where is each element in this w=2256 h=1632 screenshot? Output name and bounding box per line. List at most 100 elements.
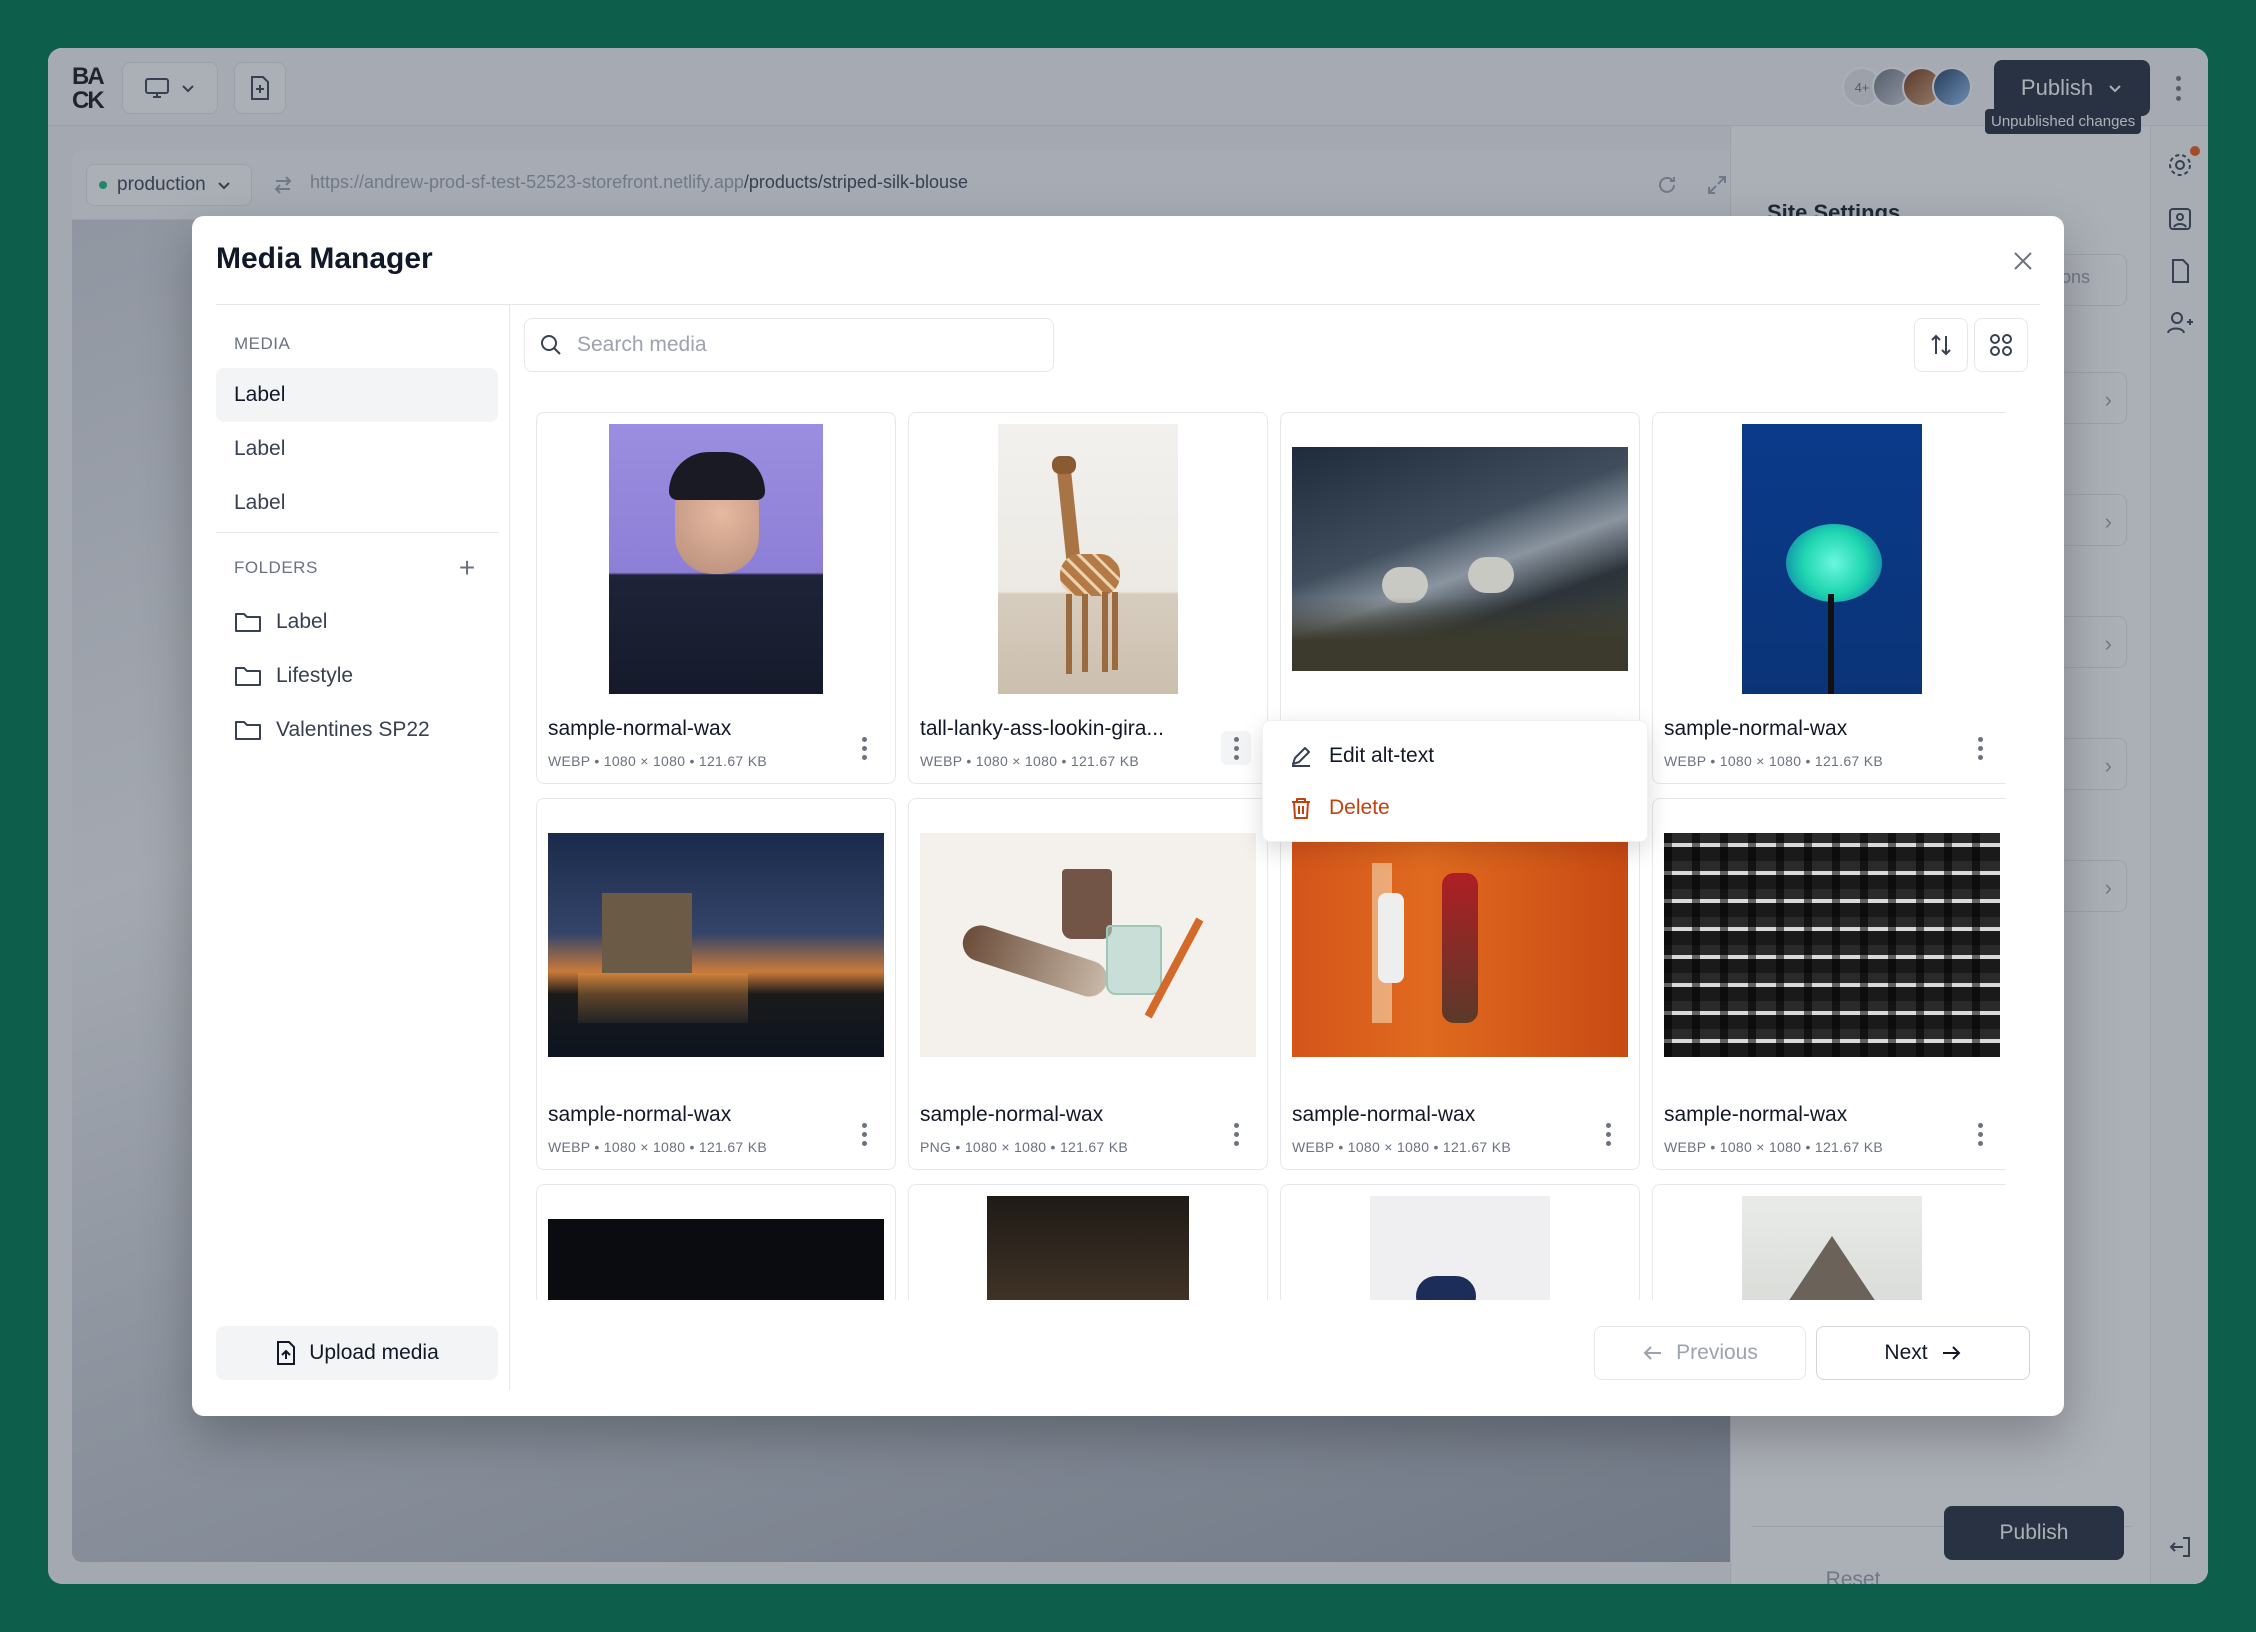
- media-card[interactable]: sample-normal-wax WEBP • 1080 × 1080 • 1…: [1652, 412, 2006, 784]
- media-section-heading: MEDIA: [234, 334, 291, 353]
- modal-title: Media Manager: [216, 242, 433, 275]
- media-meta: WEBP • 1080 × 1080 • 121.67 KB: [920, 753, 1139, 769]
- media-thumbnail[interactable]: [1664, 424, 2000, 694]
- delete-label: Delete: [1329, 796, 1390, 819]
- close-icon: [2014, 252, 2032, 270]
- search-icon: [541, 335, 561, 355]
- media-name: sample-normal-wax: [1292, 1103, 1476, 1126]
- night-sky-image: [548, 1219, 884, 1300]
- media-options-button[interactable]: [1593, 1117, 1623, 1151]
- folder-label: Lifestyle: [276, 664, 354, 687]
- portrait-woman-image: [609, 424, 823, 694]
- search-input[interactable]: [577, 333, 1017, 357]
- folders-section-heading: FOLDERS: [234, 558, 318, 577]
- file-upload-icon: [277, 1341, 296, 1365]
- previous-label: Previous: [1676, 1341, 1758, 1364]
- media-options-button[interactable]: [1221, 731, 1251, 765]
- media-thumbnail[interactable]: [1292, 1196, 1628, 1300]
- next-label: Next: [1884, 1341, 1928, 1364]
- castle-star-trails-image: [548, 833, 884, 1057]
- edit-alt-text-label: Edit alt-text: [1329, 744, 1435, 767]
- media-card[interactable]: sample-normal-wax WEBP • 1080 × 1080 • 1…: [1280, 798, 1640, 1170]
- pale-figure-image: [1370, 1196, 1550, 1300]
- giraffe-image: [998, 424, 1178, 694]
- media-options-button[interactable]: [1965, 1117, 1995, 1151]
- media-thumbnail[interactable]: [920, 810, 1256, 1080]
- media-name: sample-normal-wax: [1664, 1103, 1848, 1126]
- divider: [216, 532, 498, 533]
- media-meta: WEBP • 1080 × 1080 • 121.67 KB: [548, 1139, 767, 1155]
- media-name: sample-normal-wax: [548, 1103, 732, 1126]
- media-meta: WEBP • 1080 × 1080 • 121.67 KB: [1292, 1139, 1511, 1155]
- edit-alt-text-menu-item[interactable]: Edit alt-text: [1263, 731, 1647, 781]
- media-card[interactable]: [908, 1184, 1268, 1300]
- trash-icon: [1292, 798, 1310, 819]
- media-card[interactable]: [1280, 1184, 1640, 1300]
- media-options-button[interactable]: [849, 1117, 879, 1151]
- folder-item[interactable]: Valentines SP22: [234, 710, 430, 750]
- media-card[interactable]: tall-lanky-ass-lookin-gira... WEBP • 108…: [908, 412, 1268, 784]
- media-card[interactable]: sample-normal-wax WEBP • 1080 × 1080 • 1…: [536, 798, 896, 1170]
- close-button[interactable]: [2006, 244, 2040, 278]
- folder-item[interactable]: Lifestyle: [234, 656, 353, 696]
- media-card[interactable]: [1652, 1184, 2006, 1300]
- folder-item[interactable]: Label: [234, 602, 327, 642]
- media-name: sample-normal-wax: [920, 1103, 1104, 1126]
- media-card[interactable]: sample-normal-wax WEBP • 1080 × 1080 • 1…: [536, 412, 896, 784]
- next-page-button[interactable]: Next: [1816, 1326, 2030, 1380]
- orange-room-image: [1292, 833, 1628, 1057]
- media-grid: sample-normal-wax WEBP • 1080 × 1080 • 1…: [536, 412, 2006, 1300]
- media-name: sample-normal-wax: [1664, 717, 1848, 740]
- media-card[interactable]: sample-normal-wax WEBP • 1080 × 1080 • 1…: [1652, 798, 2006, 1170]
- media-options-button[interactable]: [1965, 731, 1995, 765]
- media-options-button[interactable]: [849, 731, 879, 765]
- folder-label: Valentines SP22: [276, 718, 430, 741]
- add-folder-button[interactable]: +: [452, 554, 482, 584]
- pencil-icon: [1292, 747, 1310, 767]
- folder-icon: [235, 667, 261, 686]
- media-item[interactable]: Label: [216, 476, 498, 530]
- media-options-button[interactable]: [1221, 1117, 1251, 1151]
- media-thumbnail[interactable]: [920, 424, 1256, 694]
- media-thumbnail[interactable]: [920, 1196, 1256, 1300]
- media-thumbnail[interactable]: [1292, 424, 1628, 694]
- glassware-image: [920, 833, 1256, 1057]
- media-card[interactable]: [536, 1184, 896, 1300]
- arrow-right-icon: [1942, 1346, 1961, 1360]
- previous-page-button[interactable]: Previous: [1594, 1326, 1806, 1380]
- sort-button[interactable]: [1914, 318, 1968, 372]
- divider: [509, 304, 510, 1390]
- arrow-left-icon: [1643, 1346, 1662, 1360]
- media-card[interactable]: sample-normal-wax PNG • 1080 × 1080 • 12…: [908, 798, 1268, 1170]
- media-item[interactable]: Label: [216, 422, 498, 476]
- grid-view-button[interactable]: [1974, 318, 2028, 372]
- media-thumbnail[interactable]: [1292, 810, 1628, 1080]
- delete-menu-item[interactable]: Delete: [1263, 783, 1647, 833]
- media-meta: WEBP • 1080 × 1080 • 121.67 KB: [1664, 753, 1883, 769]
- media-name: tall-lanky-ass-lookin-gira...: [920, 717, 1164, 740]
- upload-media-label: Upload media: [309, 1341, 439, 1364]
- upload-media-button[interactable]: Upload media: [216, 1326, 498, 1380]
- media-meta: WEBP • 1080 × 1080 • 121.67 KB: [1664, 1139, 1883, 1155]
- media-thumbnail[interactable]: [548, 424, 884, 694]
- folder-label: Label: [276, 610, 328, 633]
- building-windows-image: [1664, 833, 2000, 1057]
- search-field[interactable]: [524, 318, 1054, 372]
- mountain-peak-image: [1742, 1196, 1922, 1300]
- media-manager-modal: Media Manager MEDIA Label Label Label FO…: [192, 216, 2064, 1416]
- media-thumbnail[interactable]: [1664, 1196, 2000, 1300]
- media-context-menu: Edit alt-text Delete: [1262, 720, 1648, 842]
- media-thumbnail[interactable]: [548, 1196, 884, 1300]
- grid-icon: [1990, 334, 2012, 356]
- sneakers-cliff-image: [1292, 447, 1628, 671]
- sort-arrows-icon: [1931, 334, 1951, 356]
- divider: [216, 304, 2040, 305]
- neon-flower-image: [1742, 424, 1922, 694]
- dark-interior-image: [987, 1196, 1189, 1300]
- media-thumbnail[interactable]: [1664, 810, 2000, 1080]
- media-meta: PNG • 1080 × 1080 • 121.67 KB: [920, 1139, 1129, 1155]
- media-item[interactable]: Label: [216, 368, 498, 422]
- folder-icon: [235, 721, 261, 740]
- media-meta: WEBP • 1080 × 1080 • 121.67 KB: [548, 753, 767, 769]
- media-thumbnail[interactable]: [548, 810, 884, 1080]
